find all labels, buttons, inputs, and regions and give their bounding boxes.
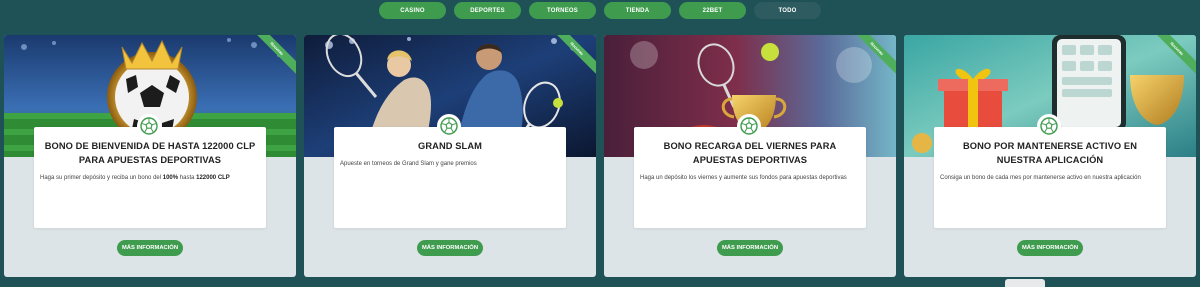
promo-panel: BONO DE BIENVENIDA DE HASTA 122000 CLP P…	[34, 114, 266, 228]
soccer-ball-icon	[1037, 114, 1061, 138]
promo-card-friday-reload: Nouveau BONO RECARGA DEL VIERNES PARA AP…	[604, 35, 896, 277]
next-section-peek	[1005, 279, 1045, 287]
promo-title: BONO POR MANTENERSE ACTIVO EN NUESTRA AP…	[962, 141, 1138, 165]
new-ribbon: Nouveau	[1156, 35, 1196, 75]
category-tabs: CASINO DEPORTES TORNEOS TIENDA 22BET TOD…	[0, 2, 1200, 20]
soccer-ball-icon	[437, 114, 461, 138]
promo-card-welcome: Nouveau BONO DE BIENVENIDA DE HASTA 1220…	[4, 35, 296, 277]
tab-deportes[interactable]: DEPORTES	[454, 2, 521, 19]
new-ribbon: Nouveau	[856, 35, 896, 75]
promo-description: Apueste en torneos de Grand Slam y gane …	[340, 161, 477, 167]
promo-description: Haga su primer depósito y reciba un bono…	[40, 175, 230, 181]
promo-description: Consiga un bono de cada mes por mantener…	[940, 175, 1141, 181]
more-info-button[interactable]: MÁS INFORMACIÓN	[717, 240, 783, 256]
soccer-ball-icon	[137, 114, 161, 138]
promo-title: BONO DE BIENVENIDA DE HASTA 122000 CLP P…	[44, 141, 256, 165]
tab-casino[interactable]: CASINO	[379, 2, 446, 19]
more-info-button[interactable]: MÁS INFORMACIÓN	[117, 240, 183, 256]
promo-card-app-active: Nouveau BONO POR MANTENERSE ACTIVO EN NU…	[904, 35, 1196, 277]
promo-description: Haga un depósito los viernes y aumente s…	[640, 175, 847, 181]
more-info-button[interactable]: MÁS INFORMACIÓN	[1017, 240, 1083, 256]
promo-title: GRAND SLAM	[417, 141, 482, 151]
promo-title: BONO RECARGA DEL VIERNES PARA APUESTAS D…	[663, 141, 837, 165]
soccer-ball-icon	[737, 114, 761, 138]
new-ribbon: Nouveau	[256, 35, 296, 75]
tab-torneos[interactable]: TORNEOS	[529, 2, 596, 19]
tab-22bet[interactable]: 22BET	[679, 2, 746, 19]
promo-panel: BONO RECARGA DEL VIERNES PARA APUESTAS D…	[634, 114, 866, 228]
promo-card-grand-slam: Nouveau GRAND SLAM Apueste en torneos de…	[304, 35, 596, 277]
promo-panel: GRAND SLAM Apueste en torneos de Grand S…	[334, 114, 566, 228]
tab-tienda[interactable]: TIENDA	[604, 2, 671, 19]
tab-todo[interactable]: TODO	[754, 2, 821, 19]
more-info-button[interactable]: MÁS INFORMACIÓN	[417, 240, 483, 256]
new-ribbon: Nouveau	[556, 35, 596, 75]
promo-panel: BONO POR MANTENERSE ACTIVO EN NUESTRA AP…	[934, 114, 1166, 228]
